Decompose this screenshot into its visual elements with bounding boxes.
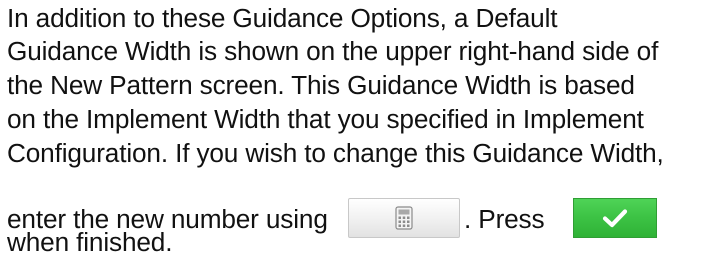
paragraph-line-4: on the Implement Width that you specifie… — [7, 104, 644, 134]
calculator-button[interactable] — [348, 198, 460, 238]
paragraph-line-3: the New Pattern screen. This Guidance Wi… — [7, 70, 635, 100]
checkmark-icon — [602, 208, 628, 228]
confirm-button[interactable] — [573, 198, 657, 238]
paragraph-line-5: Configuration. If you wish to change thi… — [7, 138, 664, 168]
inline-text-after-calc: . Press — [464, 204, 545, 234]
paragraph-line-7: when finished. — [7, 227, 173, 257]
paragraph-line-2: Guidance Width is shown on the upper rig… — [7, 36, 659, 66]
calculator-icon — [395, 206, 413, 230]
paragraph-line-1: In addition to these Guidance Options, a… — [7, 3, 558, 33]
